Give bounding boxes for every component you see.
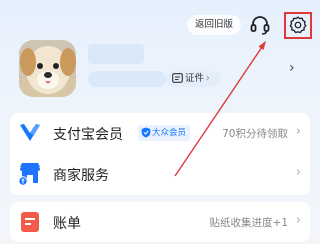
menu-item-label: 支付宝会员 bbox=[53, 127, 123, 143]
certificates-label: 证件 bbox=[185, 73, 205, 84]
menu-item-alipay-member[interactable]: 支付宝会员 大众会员 70积分待领取 › bbox=[10, 113, 310, 153]
chevron-right-icon: › bbox=[295, 165, 301, 180]
back-to-old-version-button[interactable]: 返回旧版 bbox=[187, 15, 241, 35]
settings-button[interactable] bbox=[284, 12, 312, 39]
dog-avatar-image bbox=[19, 40, 76, 97]
menu-item-label: 商家服务 bbox=[53, 168, 109, 184]
services-card: 支付宝会员 大众会员 70积分待领取 › 商家服务 › bbox=[10, 113, 310, 195]
chevron-right-icon: › bbox=[295, 124, 301, 139]
bill-icon bbox=[21, 212, 39, 232]
account-id-placeholder bbox=[88, 71, 166, 87]
top-bar: 返回旧版 bbox=[0, 10, 320, 39]
id-card-icon bbox=[172, 73, 183, 89]
username-placeholder bbox=[88, 44, 144, 64]
alipay-member-icon bbox=[20, 124, 40, 141]
bill-card: 账单 贴纸收集进度+1 › bbox=[10, 202, 310, 242]
chevron-right-icon: › bbox=[206, 73, 210, 84]
gear-icon bbox=[289, 16, 307, 34]
menu-item-label: 账单 bbox=[53, 216, 81, 232]
points-pending-text: 70积分待领取 bbox=[222, 128, 288, 140]
profile-chevron-icon[interactable]: › bbox=[289, 60, 295, 76]
sticker-progress-text: 贴纸收集进度+1 bbox=[209, 217, 288, 229]
shield-icon bbox=[141, 127, 151, 144]
merchant-store-icon bbox=[18, 163, 40, 186]
customer-service-button[interactable] bbox=[248, 13, 272, 37]
member-level-text: 大众会员 bbox=[152, 128, 187, 138]
chevron-right-icon: › bbox=[295, 213, 301, 228]
avatar[interactable] bbox=[19, 40, 76, 97]
menu-item-bill[interactable]: 账单 贴纸收集进度+1 › bbox=[10, 202, 310, 242]
certificates-button[interactable]: 证件 › bbox=[166, 71, 221, 87]
member-level-badge: 大众会员 bbox=[138, 125, 191, 144]
headset-icon bbox=[250, 16, 270, 35]
menu-item-merchant-services[interactable]: 商家服务 › bbox=[10, 154, 310, 194]
